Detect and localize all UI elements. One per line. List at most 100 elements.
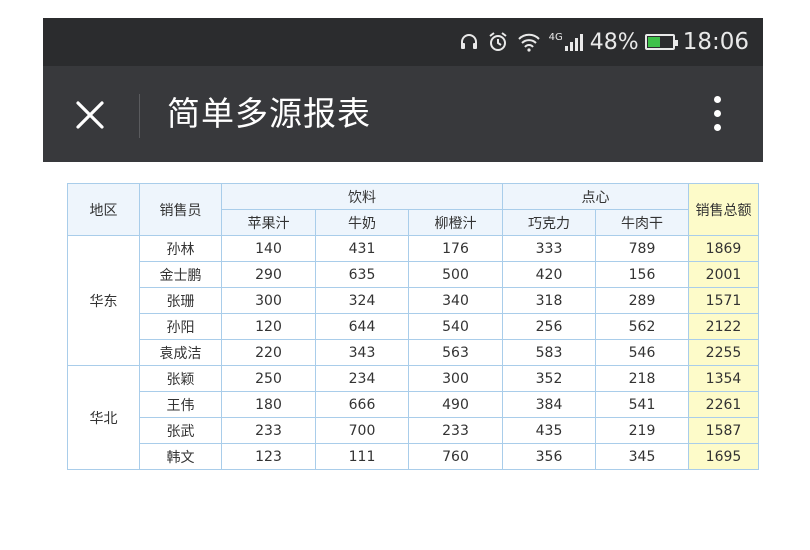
total-cell: 2255 xyxy=(688,339,759,366)
value-cell: 540 xyxy=(408,313,503,340)
header-region: 地区 xyxy=(67,183,140,236)
value-cell: 120 xyxy=(221,313,316,340)
value-cell: 220 xyxy=(221,339,316,366)
value-cell: 176 xyxy=(408,235,503,262)
battery-icon xyxy=(644,34,678,50)
table-row: 袁成洁 220 343 563 583 546 2255 xyxy=(68,339,759,366)
more-vertical-icon[interactable] xyxy=(711,96,723,138)
header-chocolate: 巧克力 xyxy=(502,209,596,236)
header-salesperson: 销售员 xyxy=(139,183,222,236)
total-cell: 1695 xyxy=(688,443,759,470)
value-cell: 300 xyxy=(408,365,503,392)
value-cell: 156 xyxy=(595,261,689,288)
value-cell: 233 xyxy=(221,417,316,444)
sales-table: 地区 销售员 饮料 点心 销售总额 苹果汁 牛奶 柳橙汁 巧克力 牛肉干 华东孙… xyxy=(67,183,759,470)
total-cell: 1354 xyxy=(688,365,759,392)
header-milk: 牛奶 xyxy=(315,209,409,236)
close-icon[interactable] xyxy=(73,98,107,132)
table-row: 韩文 123 111 760 356 345 1695 xyxy=(68,443,759,470)
salesperson-cell: 韩文 xyxy=(139,443,222,470)
region-cell: 华东 xyxy=(67,235,140,366)
total-cell: 1587 xyxy=(688,417,759,444)
value-cell: 256 xyxy=(502,313,596,340)
app-bar: 简单多源报表 xyxy=(43,66,763,162)
table-row: 孙阳 120 644 540 256 562 2122 xyxy=(68,313,759,340)
salesperson-cell: 金士鹏 xyxy=(139,261,222,288)
value-cell: 541 xyxy=(595,391,689,418)
value-cell: 300 xyxy=(221,287,316,314)
header-orange-juice: 柳橙汁 xyxy=(408,209,503,236)
total-cell: 2122 xyxy=(688,313,759,340)
salesperson-cell: 张珊 xyxy=(139,287,222,314)
total-cell: 2001 xyxy=(688,261,759,288)
network-label: 4G xyxy=(548,32,563,43)
value-cell: 420 xyxy=(502,261,596,288)
salesperson-cell: 孙阳 xyxy=(139,313,222,340)
value-cell: 356 xyxy=(502,443,596,470)
header-total: 销售总额 xyxy=(688,183,759,236)
value-cell: 490 xyxy=(408,391,503,418)
value-cell: 635 xyxy=(315,261,409,288)
page-title: 简单多源报表 xyxy=(167,94,371,133)
phone-screen: 4G 48% 18:06 简单多源报表 地区 销售员 饮料 点心 销售总额 苹果… xyxy=(43,18,763,550)
value-cell: 111 xyxy=(315,443,409,470)
salesperson-cell: 王伟 xyxy=(139,391,222,418)
salesperson-cell: 张武 xyxy=(139,417,222,444)
header-group-drinks: 饮料 xyxy=(221,183,503,210)
status-bar: 4G 48% 18:06 xyxy=(43,18,763,66)
table-row: 王伟 180 666 490 384 541 2261 xyxy=(68,391,759,418)
value-cell: 324 xyxy=(315,287,409,314)
total-cell: 1571 xyxy=(688,287,759,314)
status-time: 18:06 xyxy=(682,29,749,55)
salesperson-cell: 袁成洁 xyxy=(139,339,222,366)
value-cell: 340 xyxy=(408,287,503,314)
value-cell: 644 xyxy=(315,313,409,340)
headphones-icon xyxy=(459,32,479,52)
value-cell: 384 xyxy=(502,391,596,418)
value-cell: 563 xyxy=(408,339,503,366)
table-row: 华东 孙林 140 431 176 333 789 1869 xyxy=(67,235,759,366)
value-cell: 180 xyxy=(221,391,316,418)
value-cell: 546 xyxy=(595,339,689,366)
table-row: 金士鹏 290 635 500 420 156 2001 xyxy=(68,261,759,288)
value-cell: 789 xyxy=(595,235,689,262)
header-beef-jerky: 牛肉干 xyxy=(595,209,689,236)
value-cell: 140 xyxy=(221,235,316,262)
value-cell: 666 xyxy=(315,391,409,418)
value-cell: 318 xyxy=(502,287,596,314)
report-area: 地区 销售员 饮料 点心 销售总额 苹果汁 牛奶 柳橙汁 巧克力 牛肉干 华东孙… xyxy=(67,183,759,470)
wifi-icon xyxy=(517,32,541,52)
total-cell: 2261 xyxy=(688,391,759,418)
value-cell: 760 xyxy=(408,443,503,470)
value-cell: 700 xyxy=(315,417,409,444)
region-cell: 华北 xyxy=(67,365,140,470)
table-row: 张武 233 700 233 435 219 1587 xyxy=(68,417,759,444)
value-cell: 333 xyxy=(502,235,596,262)
total-cell: 1869 xyxy=(688,235,759,262)
value-cell: 431 xyxy=(315,235,409,262)
salesperson-cell: 孙林 xyxy=(139,235,222,262)
value-cell: 290 xyxy=(221,261,316,288)
app-bar-divider xyxy=(139,94,140,138)
cellular-signal-icon: 4G xyxy=(549,32,584,52)
value-cell: 234 xyxy=(315,365,409,392)
alarm-clock-icon xyxy=(487,31,509,53)
value-cell: 343 xyxy=(315,339,409,366)
value-cell: 583 xyxy=(502,339,596,366)
value-cell: 289 xyxy=(595,287,689,314)
value-cell: 233 xyxy=(408,417,503,444)
value-cell: 435 xyxy=(502,417,596,444)
value-cell: 562 xyxy=(595,313,689,340)
value-cell: 218 xyxy=(595,365,689,392)
value-cell: 250 xyxy=(221,365,316,392)
salesperson-cell: 张颖 xyxy=(139,365,222,392)
value-cell: 352 xyxy=(502,365,596,392)
value-cell: 219 xyxy=(595,417,689,444)
value-cell: 500 xyxy=(408,261,503,288)
value-cell: 123 xyxy=(221,443,316,470)
table-row: 华北 张颖 250 234 300 352 218 1354 xyxy=(67,365,759,470)
value-cell: 345 xyxy=(595,443,689,470)
header-group-snacks: 点心 xyxy=(502,183,689,210)
battery-percent: 48% xyxy=(589,29,639,55)
table-row: 张珊 300 324 340 318 289 1571 xyxy=(68,287,759,314)
